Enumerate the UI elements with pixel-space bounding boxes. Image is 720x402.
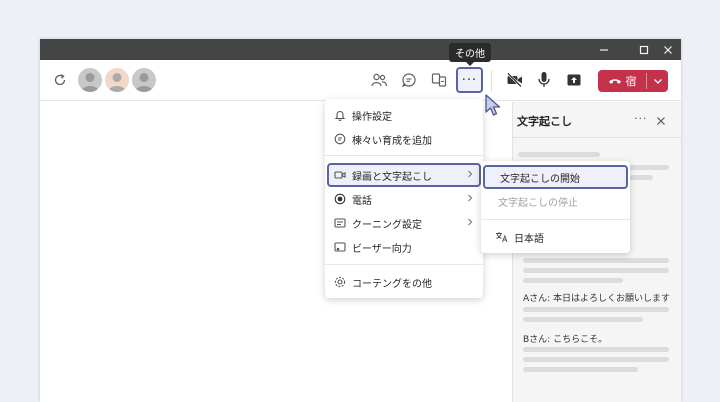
chevron-right-icon [466,169,474,182]
refresh-icon[interactable] [52,72,68,88]
transcript-placeholder [523,307,669,312]
share-icon[interactable] [566,72,582,88]
leave-button[interactable]: 宿 [598,70,668,92]
menu-item-label: 電話 [352,196,372,207]
menu-item-label: クーニング設定 [352,220,422,231]
avatar[interactable] [105,68,129,92]
menu-item-meeting-notes[interactable]: 楝々い育成を追加 [325,127,483,151]
phone-hangup-icon [608,76,622,86]
submenu-item-label: 日本語 [514,234,544,245]
gear-icon [334,276,346,288]
submenu-item-label: 文字起こしの開始 [500,174,580,185]
transcript-placeholder [523,347,669,352]
transcript-placeholder [523,278,623,283]
title-bar [40,39,681,60]
mic-icon[interactable] [537,71,551,89]
transcription-submenu: 文字起こしの開始 文字起こしの停止 日本語 [481,161,630,253]
submenu-item-label: 文字起こしの停止 [498,198,578,209]
mouse-cursor-icon [484,94,504,122]
menu-item-label: 楝々い育成を追加 [352,136,432,147]
transcript-placeholder [523,357,669,362]
language-item[interactable]: 日本語 [481,225,630,249]
transcript-message: Aさん: 本日はよろしくお願いします [523,294,671,304]
transcript-panel-header: 文字起こし ··· [513,102,682,138]
menu-item-label: ビーザー向力 [352,244,412,255]
add-chat-icon [334,133,346,145]
leave-label: 宿 [625,75,637,88]
more-label: ··· [461,72,478,88]
chat-icon[interactable] [401,72,417,88]
transcript-placeholder [523,367,638,372]
laser-icon [334,241,346,253]
minimize-icon[interactable] [592,39,616,60]
panel-more-button[interactable]: ··· [634,112,648,125]
transcript-placeholder [523,317,643,322]
chevron-right-icon [466,193,474,206]
toolbar-divider [491,70,492,92]
chevron-down-icon[interactable] [647,70,668,92]
close-icon[interactable] [656,111,666,130]
menu-item-label: 録画と文字起こし [352,172,432,183]
transcript-panel-title: 文字起こし [517,115,572,128]
menu-separator [325,155,483,156]
avatar[interactable] [78,68,102,92]
menu-separator [325,264,483,265]
start-transcription-item[interactable]: 文字起こしの開始 [483,165,628,189]
record-icon [334,169,346,181]
menu-separator [481,219,630,220]
stop-transcription-item: 文字起こしの停止 [481,189,630,213]
menu-item-label: コーテングをの他 [352,279,432,290]
bell-icon [334,109,346,121]
menu-item-laser-pointer[interactable]: ビーザー向力 [325,235,483,259]
menu-item-meeting-options[interactable]: コーテングをの他 [325,270,483,294]
menu-item-meeting-settings[interactable]: クーニング設定 [325,211,483,235]
transcript-placeholder [518,152,600,157]
tooltip-label: その他 [455,49,485,60]
more-options-button[interactable]: ··· [456,67,483,93]
menu-item-device-settings[interactable]: 操作設定 [325,103,483,127]
transcript-placeholder [523,258,669,263]
avatar[interactable] [132,68,156,92]
menu-item-phone[interactable]: 電話 [325,187,483,211]
chevron-right-icon [466,217,474,230]
maximize-icon[interactable] [632,39,656,60]
close-icon[interactable] [656,39,680,60]
people-icon[interactable] [370,72,388,88]
radio-icon [334,193,346,205]
leave-main[interactable]: 宿 [598,70,646,92]
meeting-settings-icon [334,217,346,229]
tooltip-more: その他 [449,43,491,66]
meeting-toolbar: ··· 宿 [40,60,681,101]
video-off-icon[interactable] [506,72,524,88]
more-options-menu: 操作設定 楝々い育成を追加 録画と文字起こし 電話 クーニング設定 ビーザー向力… [325,99,483,298]
menu-item-record-transcribe[interactable]: 録画と文字起こし [327,163,481,187]
translate-icon [495,231,508,246]
transcript-message: Bさん: こちらこそ。 [523,335,608,345]
menu-item-label: 操作設定 [352,112,392,123]
apps-icon[interactable] [431,72,447,88]
transcript-placeholder [523,268,669,273]
